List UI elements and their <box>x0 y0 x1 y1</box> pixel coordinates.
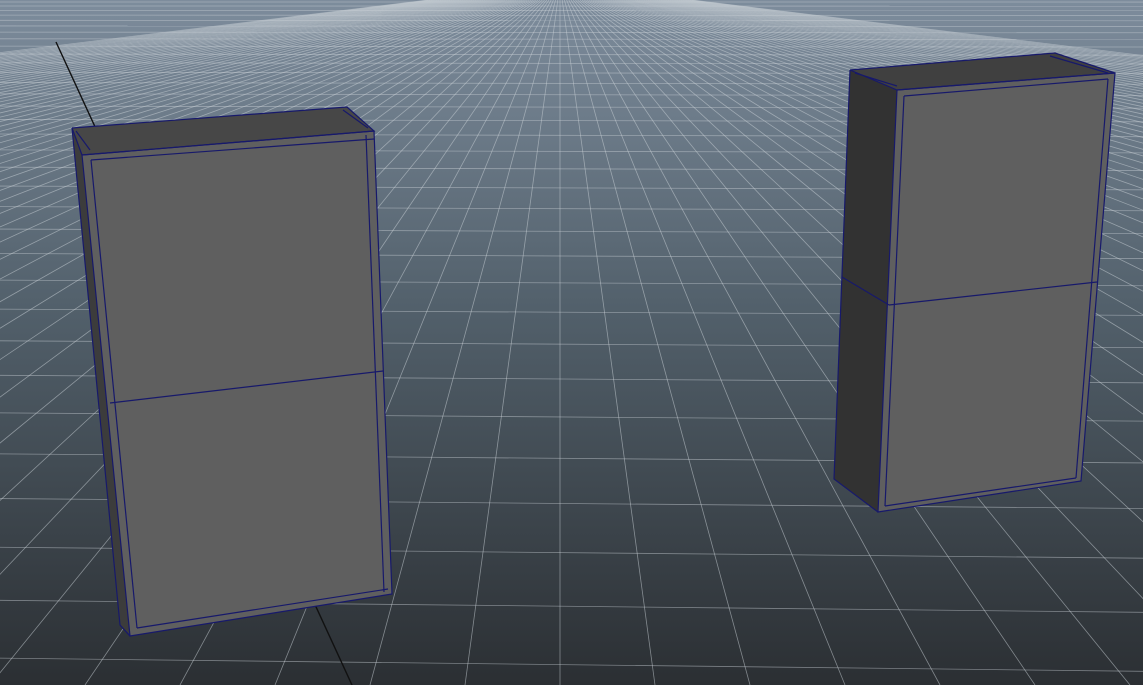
box-right[interactable] <box>833 52 1116 513</box>
3d-viewport[interactable] <box>0 0 1143 685</box>
grid-line <box>0 25 1143 27</box>
box-left-front-face <box>82 131 392 636</box>
box-left[interactable] <box>71 106 393 637</box>
box-right-front-face <box>878 73 1115 512</box>
